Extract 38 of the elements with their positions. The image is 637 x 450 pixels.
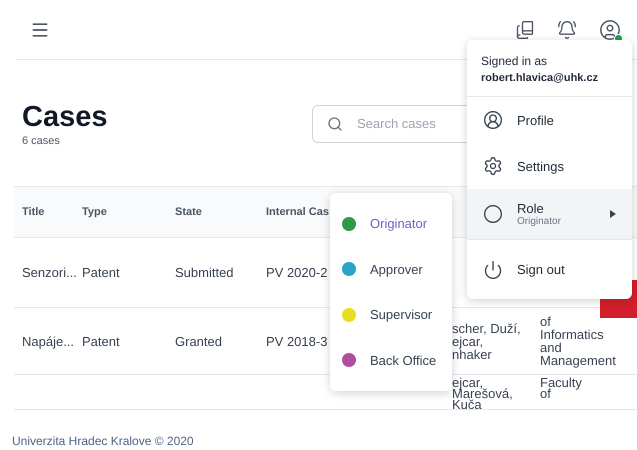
table-cell: scher, Duží, ejcar, nhaker [452, 322, 521, 360]
user-email: robert.hlavica@uhk.cz [481, 72, 600, 84]
power-icon [483, 260, 503, 280]
table-cell: Submitted [175, 265, 234, 280]
column-header: Type [82, 206, 108, 218]
table-cell: PV 2020-2 [266, 265, 328, 280]
case-count: 6 cases [22, 134, 61, 146]
settings-icon [483, 156, 503, 176]
role-label: Role [517, 201, 545, 216]
bookmarks-button[interactable] [515, 20, 535, 40]
caret-icon [610, 210, 616, 218]
table-cell: Napáje... [22, 334, 74, 348]
circle-icon [483, 204, 503, 224]
notifications-button[interactable] [557, 20, 577, 40]
column-header: State [175, 206, 203, 218]
menu-item[interactable]: Sign out [467, 239, 632, 299]
role-option[interactable]: Approver [330, 246, 452, 292]
table-cell: Senzori... [22, 265, 77, 280]
table-cell: PV 2018-3 [266, 334, 328, 348]
role-option[interactable]: Originator [330, 201, 452, 246]
column-header: Title [22, 206, 46, 218]
footer-text: Univerzita Hradec Kralove © 2020 [11, 433, 195, 448]
column-header: Internal Cas [266, 206, 330, 218]
table-cell: Patent [82, 334, 120, 348]
role-menu-item[interactable]: Role Originator [467, 189, 632, 239]
table-cell: ejcar, Marešová, Kuča [452, 377, 513, 409]
search-icon [327, 116, 343, 132]
signed-in-label: Signed in as [481, 54, 548, 68]
table-cell: Faculty of [540, 377, 582, 399]
page-title: Cases [22, 100, 108, 132]
profile-icon [483, 110, 503, 130]
table-cell: Granted [175, 334, 222, 348]
role-value: Originator [517, 216, 562, 227]
table-cell: Patent [82, 265, 120, 280]
menu-item[interactable]: Settings [467, 143, 632, 189]
role-option[interactable]: Supervisor [330, 292, 452, 338]
role-option[interactable]: Back Office [330, 338, 452, 383]
table-cell: of Informatics and Management [540, 315, 616, 367]
